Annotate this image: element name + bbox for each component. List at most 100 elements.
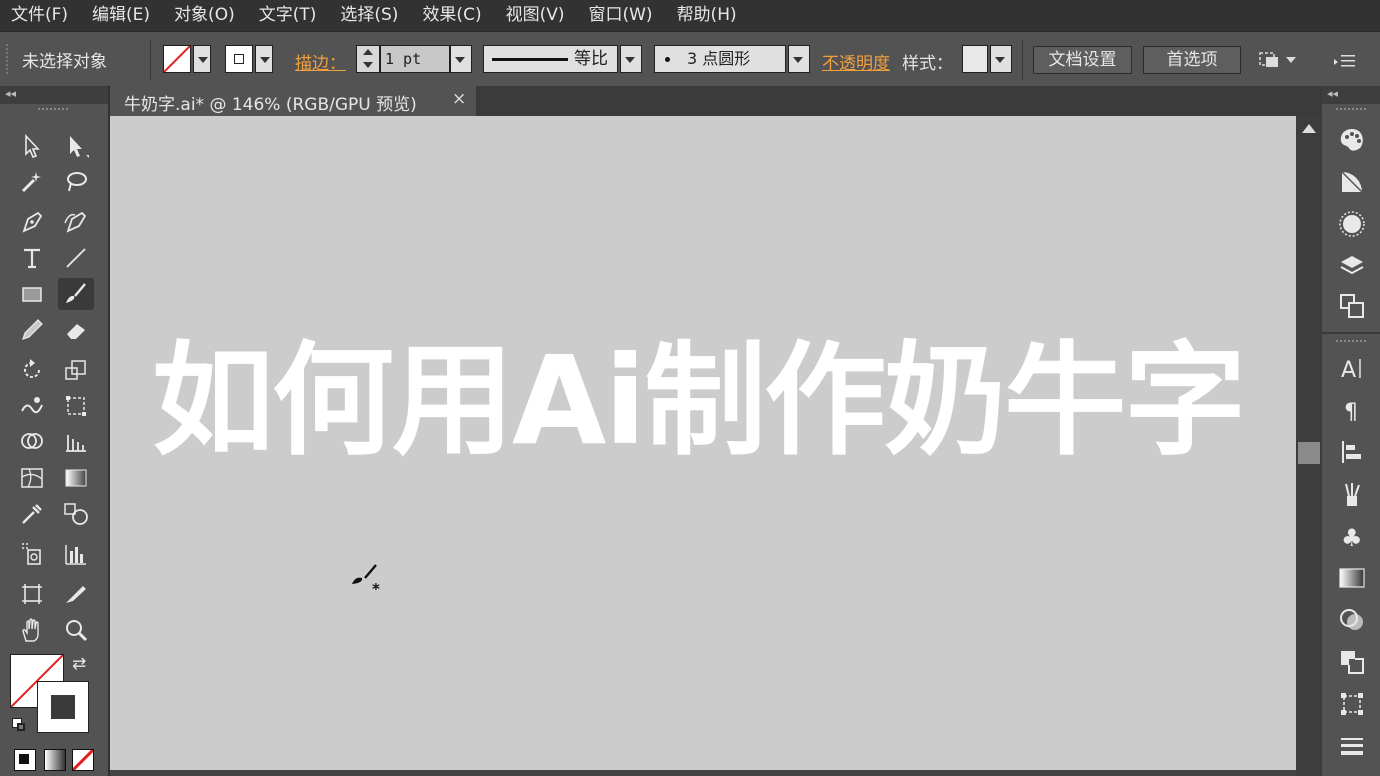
scroll-up-arrow-icon[interactable] (1302, 124, 1316, 133)
gradient-mode-icon[interactable] (44, 749, 66, 771)
stroke-label[interactable]: 描边： (295, 49, 346, 74)
brush-dropdown-arrow[interactable] (788, 45, 810, 73)
divider (150, 40, 151, 80)
line-tool-icon[interactable] (58, 242, 94, 274)
type-tool-icon[interactable] (14, 242, 50, 274)
color-panel-icon[interactable] (1336, 124, 1368, 156)
symbols-icon[interactable]: ♣ (1336, 520, 1368, 552)
svg-text:♣: ♣ (1341, 524, 1363, 550)
symbol-sprayer-icon[interactable] (14, 538, 50, 570)
collapse-icon[interactable]: ◂◂ (1327, 87, 1338, 100)
grip-handle[interactable] (1336, 108, 1366, 114)
menu-type[interactable]: 文字(T) (248, 0, 330, 30)
direct-selection-tool-icon[interactable] (58, 130, 94, 162)
column-graph-icon[interactable] (58, 538, 94, 570)
tools-panel-header[interactable]: ◂◂ (0, 86, 108, 104)
stepper-up-icon[interactable] (363, 49, 373, 55)
eyedropper-icon[interactable] (14, 498, 50, 530)
rectangle-tool-icon[interactable] (14, 278, 50, 310)
panel-dock-header[interactable]: ◂◂ (1322, 86, 1380, 104)
grip-handle[interactable] (38, 108, 68, 114)
stroke-swatch[interactable] (225, 45, 253, 73)
pathfinder-icon[interactable] (1336, 646, 1368, 678)
paintbrush-tool-icon[interactable] (58, 278, 94, 310)
vertical-scrollbar[interactable] (1296, 116, 1322, 776)
gradient-panel-icon[interactable] (1336, 562, 1368, 594)
magic-wand-icon[interactable] (14, 166, 50, 198)
menu-help[interactable]: 帮助(H) (666, 0, 750, 30)
none-mode-icon[interactable] (72, 749, 94, 771)
document-tab-bar: 牛奶字.ai* @ 146% (RGB/GPU 预览) × (110, 86, 1322, 116)
color-guide-icon[interactable] (1336, 166, 1368, 198)
fill-dropdown-arrow[interactable] (193, 45, 211, 73)
pen-tool-icon[interactable] (14, 206, 50, 238)
document-setup-button[interactable]: 文档设置 (1033, 46, 1132, 74)
layers-icon[interactable] (1336, 250, 1368, 282)
appearance-icon[interactable] (1336, 208, 1368, 240)
gradient-tool-icon[interactable] (58, 462, 94, 494)
shape-builder-icon[interactable] (14, 426, 50, 458)
artboard-tool-icon[interactable] (14, 578, 50, 610)
opacity-label[interactable]: 不透明度 (822, 49, 890, 74)
stepper-down-icon[interactable] (363, 62, 373, 68)
collapse-icon[interactable]: ◂◂ (5, 87, 16, 100)
selection-status: 未选择对象 (22, 52, 107, 72)
transparency-icon[interactable] (1336, 604, 1368, 636)
stroke-panel-icon[interactable] (1336, 730, 1368, 762)
style-dropdown-arrow[interactable] (990, 45, 1012, 73)
stroke-weight-field[interactable]: 1 pt (380, 45, 450, 73)
arrange-documents-icon[interactable] (1258, 47, 1298, 73)
transform-icon[interactable] (1336, 688, 1368, 720)
slice-tool-icon[interactable] (58, 578, 94, 610)
panel-menu-icon[interactable] (1332, 52, 1358, 70)
blend-tool-icon[interactable] (58, 498, 94, 530)
document-tab[interactable]: 牛奶字.ai* @ 146% (RGB/GPU 预览) × (110, 86, 476, 116)
preferences-button[interactable]: 首选项 (1143, 46, 1241, 74)
width-profile-dropdown[interactable]: 等比 (483, 45, 618, 73)
graphic-style-swatch[interactable] (962, 45, 988, 73)
menu-bar: 文件(F) 编辑(E) 对象(O) 文字(T) 选择(S) 效果(C) 视图(V… (0, 0, 1380, 30)
brush-definition-dropdown[interactable]: 3 点圆形 (654, 45, 786, 73)
warp-tool-icon[interactable] (14, 390, 50, 422)
menu-effect[interactable]: 效果(C) (411, 0, 494, 30)
menu-edit[interactable]: 编辑(E) (81, 0, 163, 30)
scale-tool-icon[interactable] (58, 354, 94, 386)
eraser-tool-icon[interactable] (58, 314, 94, 346)
perspective-grid-icon[interactable] (58, 426, 94, 458)
pencil-tool-icon[interactable] (14, 314, 50, 346)
swap-fill-stroke-icon[interactable]: ⇄ (72, 654, 86, 674)
fill-swatch[interactable] (163, 45, 191, 73)
default-colors-icon[interactable] (12, 718, 26, 732)
align-icon[interactable] (1336, 436, 1368, 468)
selection-tool-icon[interactable] (14, 130, 50, 162)
free-transform-icon[interactable] (58, 390, 94, 422)
artboard-canvas[interactable]: 如何用Ai制作奶牛字 * (110, 116, 1296, 770)
menu-file[interactable]: 文件(F) (0, 0, 81, 30)
menu-select[interactable]: 选择(S) (329, 0, 411, 30)
menu-object[interactable]: 对象(O) (163, 0, 248, 30)
zoom-tool-icon[interactable] (58, 614, 94, 646)
menu-window[interactable]: 窗口(W) (577, 0, 665, 30)
rotate-tool-icon[interactable] (14, 354, 50, 386)
scroll-thumb[interactable] (1298, 442, 1320, 464)
artwork-headline[interactable]: 如何用Ai制作奶牛字 (152, 326, 1292, 476)
close-tab-icon[interactable]: × (452, 89, 466, 109)
lasso-icon[interactable] (58, 166, 94, 198)
artboards-icon[interactable] (1336, 290, 1368, 322)
curvature-tool-icon[interactable] (58, 206, 94, 238)
mesh-tool-icon[interactable] (14, 462, 50, 494)
hand-tool-icon[interactable] (14, 614, 50, 646)
stroke-dropdown-arrow[interactable] (255, 45, 273, 73)
menu-view[interactable]: 视图(V) (495, 0, 578, 30)
color-mode-inner (19, 754, 29, 764)
brushes-icon[interactable] (1336, 478, 1368, 510)
character-icon[interactable]: A (1336, 352, 1368, 384)
stroke-color-box[interactable] (37, 681, 89, 733)
grip-handle[interactable] (6, 44, 12, 74)
color-mode-icon[interactable] (14, 749, 36, 771)
profile-dropdown-arrow[interactable] (620, 45, 642, 73)
stroke-weight-dropdown[interactable] (450, 45, 472, 73)
grip-handle[interactable] (1336, 340, 1366, 346)
paragraph-icon[interactable]: ¶ (1336, 394, 1368, 426)
stroke-weight-stepper[interactable] (356, 45, 380, 73)
